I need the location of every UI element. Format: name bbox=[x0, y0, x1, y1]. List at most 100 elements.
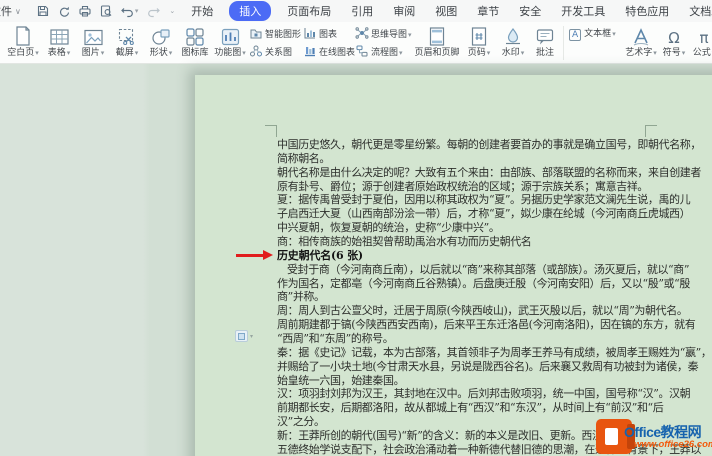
formula-button[interactable]: 公式 bbox=[689, 24, 712, 59]
menu-tabs: 开始 插入 页面布局 引用审阅视图 章节 安全 开发工具特色应用 文档助手 bbox=[187, 1, 712, 21]
relation-diagram-icon bbox=[250, 45, 262, 60]
shapes-icon bbox=[151, 25, 171, 46]
print-icon[interactable] bbox=[79, 5, 91, 17]
relation-diagram-button[interactable]: 关系图 bbox=[250, 45, 300, 60]
formula-label: 公式 bbox=[693, 47, 712, 59]
watermark-url: www.office26.com bbox=[634, 439, 712, 450]
icon-library-label: 图标库 bbox=[181, 47, 208, 58]
document-text-line: 秦：据《史记》记载，本为古部落，其首领非子为周孝王养马有成绩，被周孝王赐姓为“嬴… bbox=[277, 346, 705, 360]
paste-options-button[interactable]: ▾ bbox=[235, 330, 253, 342]
header-footer-button[interactable]: 页眉和页脚 bbox=[412, 24, 462, 58]
document-text-line: 并赐给了一小块土地(今甘肃天水县，另说是陇西谷名)。后来襄又救周有功被封为诸侯，… bbox=[277, 360, 705, 374]
redo-icon[interactable] bbox=[147, 6, 160, 17]
blank-page-button[interactable]: 空白页 bbox=[4, 24, 42, 59]
symbol-icon bbox=[668, 25, 679, 46]
menu-tab[interactable]: 插入 bbox=[229, 1, 271, 21]
blank-page-icon bbox=[15, 25, 31, 46]
chevron-down-icon: ▾ bbox=[250, 333, 253, 340]
export-icon[interactable] bbox=[58, 5, 70, 17]
smart-graphic-label: 智能图形 bbox=[265, 29, 301, 40]
document-text-line: 夏：据传禹曾受封于夏伯，因用以称其政权为“夏”。另据历史学家范文澜先生说，禹的儿 bbox=[277, 193, 705, 207]
menu-tab[interactable]: 章节 bbox=[473, 1, 503, 21]
flowchart-icon bbox=[356, 45, 368, 60]
smart-graphic-icon bbox=[250, 27, 262, 42]
file-menu-label: 文件 bbox=[0, 3, 12, 19]
menu-tab-label: 页面布局 bbox=[287, 6, 331, 18]
flowchart-button[interactable]: 流程图 bbox=[356, 45, 410, 60]
document-text-line: 中兴夏朝，恢复夏朝的统治，史称“少康中兴”。 bbox=[277, 221, 705, 235]
blank-page-label: 空白页 bbox=[7, 47, 39, 59]
document-text-line: 简称朝名。 bbox=[277, 152, 705, 166]
header-footer-label: 页眉和页脚 bbox=[414, 47, 459, 58]
save-icon[interactable] bbox=[37, 5, 49, 17]
text-box-icon bbox=[569, 27, 581, 40]
menu-bar: 文件 ∨ ▾ ⌄ 开始插入页面布局引用审阅视图章节安全开发工具特色应用文档助手 … bbox=[0, 0, 712, 22]
mind-map-button[interactable]: 思维导图 bbox=[356, 27, 410, 42]
document-text-line: 周前期建都于镐(今陕西西安西南)，后来平王东迁洛邑(今河南洛阳)，因在镐的东方，… bbox=[277, 318, 705, 332]
file-menu-button[interactable]: 文件 ∨ bbox=[0, 1, 25, 21]
screenshot-icon bbox=[118, 25, 137, 46]
document-text-line: 商：相传商族的始祖契曾帮助禹治水有功而历史朝代名 bbox=[277, 235, 705, 249]
print-preview-icon[interactable] bbox=[100, 5, 112, 17]
relation-diagram-label: 关系图 bbox=[265, 47, 292, 58]
chart-icon bbox=[304, 27, 316, 42]
watermark-button[interactable]: 水印 bbox=[496, 24, 530, 59]
smart-graphic-button[interactable]: 智能图形 bbox=[250, 27, 300, 42]
paste-options-icon bbox=[235, 330, 248, 342]
menu-tab[interactable]: 引用 bbox=[347, 1, 377, 21]
online-chart-button[interactable]: 在线图表 bbox=[304, 45, 352, 60]
picture-button[interactable]: 图片 bbox=[76, 24, 110, 59]
table-button[interactable]: 表格 bbox=[42, 24, 76, 59]
menu-tab[interactable]: 开发工具 bbox=[557, 1, 609, 21]
function-chart-label: 功能图 bbox=[214, 47, 246, 59]
ribbon-stack-1: 智能图形 关系图 bbox=[248, 24, 302, 60]
document-text-line: 受封于商（今河南商丘南），以后就以“商”来称其部落（或部族）。汤灭夏后，就以“商… bbox=[277, 263, 705, 277]
function-chart-button[interactable]: 功能图 bbox=[212, 24, 248, 59]
chart-button[interactable]: 图表 bbox=[304, 27, 352, 42]
screenshot-button[interactable]: 截屏 bbox=[110, 24, 144, 59]
header-footer-icon bbox=[429, 25, 445, 46]
icon-library-button[interactable]: 图标库 bbox=[178, 24, 212, 58]
menu-tab[interactable]: 审阅 bbox=[389, 1, 419, 21]
document-page[interactable]: 中国历史悠久，朝代更是零星纷繁。每朝的创建者要首办的事就是确立国号，即朝代名称，… bbox=[195, 75, 712, 456]
menu-tab-label: 文档助手 bbox=[689, 6, 712, 18]
document-text-line: “西周”和“东周”的称号。 bbox=[277, 332, 705, 346]
shapes-button[interactable]: 形状 bbox=[144, 24, 178, 59]
comment-icon bbox=[536, 25, 554, 46]
ribbon-insert: 空白页 表格 图片 截屏 形状 图标库 功能图 bbox=[0, 22, 712, 64]
document-text-line: 始皇统一六国，始建秦国。 bbox=[277, 374, 705, 388]
red-annotation-arrow bbox=[236, 254, 263, 257]
menu-tab-label: 插入 bbox=[239, 6, 261, 18]
quick-access-toolbar: ▾ ⌄ bbox=[37, 5, 175, 17]
page-number-label: 页码 bbox=[468, 47, 491, 59]
comment-label: 批注 bbox=[536, 47, 554, 58]
menu-tab[interactable]: 开始 bbox=[187, 1, 217, 21]
document-text[interactable]: 中国历史悠久，朝代更是零星纷繁。每朝的创建者要首办的事就是确立国号，即朝代名称，… bbox=[277, 138, 705, 456]
ribbon-stack-2: 图表 在线图表 bbox=[302, 24, 354, 60]
text-box-button[interactable]: 文本框 bbox=[569, 27, 621, 40]
page-number-button[interactable]: 页码 bbox=[462, 24, 496, 59]
menu-tab[interactable]: 特色应用 bbox=[621, 1, 673, 21]
qat-more-icon[interactable]: ⌄ bbox=[169, 7, 175, 15]
menu-tab[interactable]: 文档助手 bbox=[685, 1, 712, 21]
site-watermark: Office教程网 www.office26.com bbox=[594, 418, 712, 456]
word-art-button[interactable]: 艺术字 bbox=[623, 24, 659, 59]
menu-tab-label: 开始 bbox=[191, 6, 213, 18]
document-text-line: 作为国名，定都亳（今河南商丘谷熟镇）。后盘庚迁殷（今河南安阳）后，又以“殷”或“… bbox=[277, 277, 705, 291]
menu-tab[interactable]: 视图 bbox=[431, 1, 461, 21]
text-boundary-mark-top-right bbox=[645, 125, 657, 137]
document-text-line: 商”并称。 bbox=[277, 290, 705, 304]
document-text-line: 子启西迁大夏（山西南部汾浍一带）后，才称“夏”，姒少康在纶城（今河南商丘虎城西） bbox=[277, 207, 705, 221]
menu-tab[interactable]: 页面布局 bbox=[283, 1, 335, 21]
document-text-line: 汉：项羽封刘邦为汉王，其封地在汉中。后刘邦击败项羽，统一中国，国号称“汉”。汉朝 bbox=[277, 387, 705, 401]
shapes-label: 形状 bbox=[150, 47, 173, 59]
document-text-line: 周：周人到古公亶父时，迁居于周原(今陕西岐山)，武王灭殷以后，就以“周”为朝代名… bbox=[277, 304, 705, 318]
symbol-label: 符号 bbox=[663, 47, 686, 59]
symbol-button[interactable]: 符号 bbox=[659, 24, 689, 59]
menu-tab-label: 章节 bbox=[477, 6, 499, 18]
table-icon bbox=[50, 25, 69, 46]
undo-button[interactable]: ▾ bbox=[121, 6, 139, 17]
menu-tab[interactable]: 安全 bbox=[515, 1, 545, 21]
menu-tab-label: 安全 bbox=[519, 6, 541, 18]
comment-button[interactable]: 批注 bbox=[530, 24, 560, 58]
